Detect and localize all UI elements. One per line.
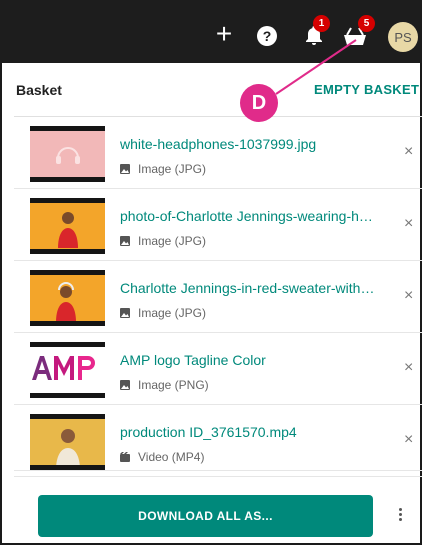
- list-item: white-headphones-1037999.jpg Image (JPG)…: [14, 117, 422, 189]
- image-icon: [120, 308, 130, 318]
- basket-count-badge: 5: [358, 15, 375, 32]
- remove-item-icon[interactable]: ×: [404, 144, 416, 160]
- item-name[interactable]: photo-of-Charlotte Jennings-wearing-head…: [120, 208, 378, 224]
- top-bar: + ? 1 5 PS: [0, 0, 422, 63]
- item-type: Image (PNG): [120, 378, 209, 392]
- thumbnail: [30, 414, 105, 470]
- amp-logo-image: [30, 342, 105, 398]
- remove-item-icon[interactable]: ×: [404, 432, 416, 448]
- image-icon: [120, 380, 130, 390]
- item-type: Image (JPG): [120, 162, 206, 176]
- help-icon[interactable]: ?: [257, 26, 277, 46]
- item-name[interactable]: Charlotte Jennings-in-red-sweater-with-h…: [120, 280, 378, 296]
- download-all-button[interactable]: DOWNLOAD ALL AS...: [38, 495, 373, 537]
- item-name[interactable]: AMP logo Tagline Color: [120, 352, 378, 368]
- list-item: Charlotte Jennings-in-red-sweater-with-h…: [14, 261, 422, 333]
- panel-title: Basket: [16, 82, 62, 98]
- empty-basket-button[interactable]: EMPTY BASKET: [314, 82, 419, 97]
- list-item: photo-of-Charlotte Jennings-wearing-head…: [14, 189, 422, 261]
- video-icon: [120, 452, 130, 462]
- remove-item-icon[interactable]: ×: [404, 288, 416, 304]
- list-item: AMP logo Tagline Color Image (PNG) ×: [14, 333, 422, 405]
- basket-list: white-headphones-1037999.jpg Image (JPG)…: [14, 117, 422, 477]
- item-name[interactable]: production ID_3761570.mp4: [120, 424, 378, 440]
- image-icon: [120, 164, 130, 174]
- avatar[interactable]: PS: [388, 22, 418, 52]
- remove-item-icon[interactable]: ×: [404, 360, 416, 376]
- item-type: Image (JPG): [120, 306, 206, 320]
- item-type: Video (MP4): [120, 450, 204, 464]
- remove-item-icon[interactable]: ×: [404, 216, 416, 232]
- item-name[interactable]: white-headphones-1037999.jpg: [120, 136, 378, 152]
- thumbnail: [30, 342, 105, 398]
- more-vert-icon[interactable]: [396, 506, 404, 526]
- notifications-badge: 1: [313, 15, 330, 32]
- list-item: production ID_3761570.mp4 Video (MP4) ×: [14, 405, 422, 477]
- thumbnail: [30, 126, 105, 182]
- thumbnail: [30, 270, 105, 326]
- plus-icon[interactable]: +: [212, 20, 236, 48]
- image-icon: [120, 236, 130, 246]
- item-type: Image (JPG): [120, 234, 206, 248]
- thumbnail: [30, 198, 105, 254]
